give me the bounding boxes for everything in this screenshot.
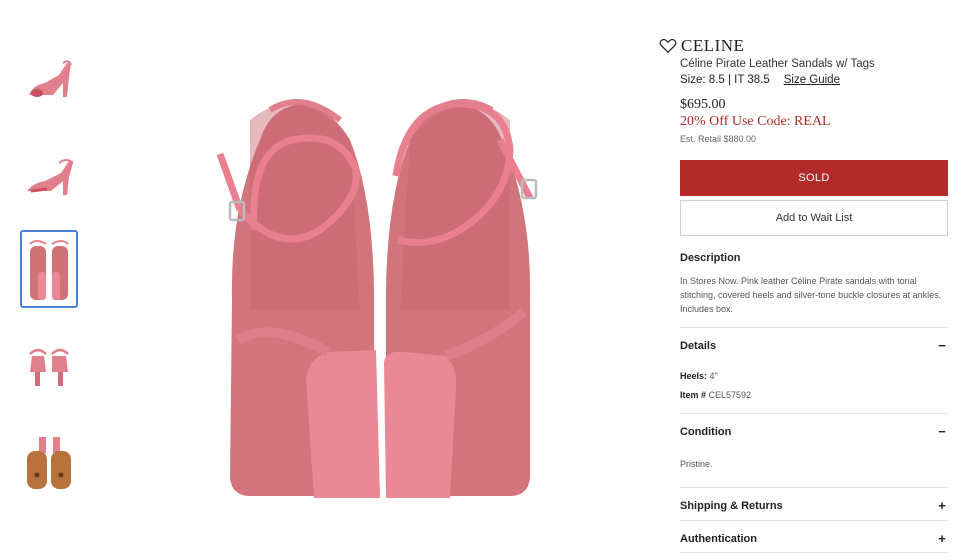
description-text: In Stores Now. Pink leather Céline Pirat…: [680, 276, 942, 314]
condition-accordion: Condition − Pristine.: [680, 413, 948, 487]
brand-name[interactable]: CELINE: [681, 36, 744, 56]
sold-button: SOLD: [680, 160, 948, 196]
authentication-header[interactable]: Authentication +: [680, 521, 948, 546]
sandal-side-image-2: [27, 159, 74, 195]
thumbnail-side-view[interactable]: [20, 40, 78, 118]
product-price: $695.00: [680, 97, 726, 112]
size-guide-link[interactable]: Size Guide: [784, 74, 840, 86]
thumbnail-back-view[interactable]: [20, 328, 78, 406]
description-title: Description: [680, 252, 741, 264]
promo-code-text: 20% Off Use Code: REAL: [680, 114, 831, 129]
collapse-icon[interactable]: −: [936, 424, 948, 439]
expand-icon[interactable]: +: [936, 498, 948, 513]
main-product-image[interactable]: [210, 80, 550, 500]
details-title: Details: [680, 339, 717, 352]
product-info-panel: CELINE Céline Pirate Leather Sandals w/ …: [659, 36, 948, 553]
shipping-returns-header[interactable]: Shipping & Returns +: [680, 488, 948, 513]
thumbnail-sole-view[interactable]: [20, 424, 78, 502]
item-number-detail: Item # CEL57592: [680, 390, 948, 400]
authentication-title: Authentication: [680, 532, 757, 545]
heels-detail: Heels: 4": [680, 371, 948, 381]
sandal-top-image: [29, 240, 69, 300]
condition-text: Pristine.: [680, 459, 713, 469]
thumbnail-top-view[interactable]: [20, 230, 78, 308]
collapse-icon[interactable]: −: [936, 338, 948, 353]
favorite-heart-icon[interactable]: [659, 38, 677, 54]
size-row: Size: 8.5 | IT 38.5 Size Guide: [680, 74, 948, 86]
item-value: CEL57592: [706, 390, 752, 400]
expand-icon[interactable]: +: [936, 531, 948, 546]
thumbnail-side-view-2[interactable]: [20, 136, 78, 214]
sandal-side-image: [29, 60, 72, 97]
item-label: Item #: [680, 390, 707, 400]
details-header[interactable]: Details −: [680, 328, 948, 353]
add-to-wait-list-button[interactable]: Add to Wait List: [680, 200, 948, 236]
product-title: Céline Pirate Leather Sandals w/ Tags: [680, 58, 875, 70]
brand-row: CELINE: [659, 36, 948, 56]
authentication-accordion: Authentication +: [680, 520, 948, 553]
size-label: Size: 8.5 | IT 38.5: [680, 74, 770, 86]
sandal-sole-image: [27, 437, 71, 489]
heels-value: 4": [707, 371, 718, 381]
description-section: Description In Stores Now. Pink leather …: [680, 252, 948, 316]
condition-title: Condition: [680, 425, 732, 438]
estimated-retail: Est. Retail $880.00: [680, 134, 757, 144]
sandals-top-view-illustration: [216, 99, 538, 498]
condition-header[interactable]: Condition −: [680, 414, 948, 439]
shipping-returns-accordion: Shipping & Returns +: [680, 487, 948, 520]
details-accordion: Details − Heels: 4" Item # CEL57592: [680, 327, 948, 413]
heels-label: Heels:: [680, 371, 708, 381]
sandal-back-image: [29, 348, 69, 386]
shipping-returns-title: Shipping & Returns: [680, 499, 783, 512]
